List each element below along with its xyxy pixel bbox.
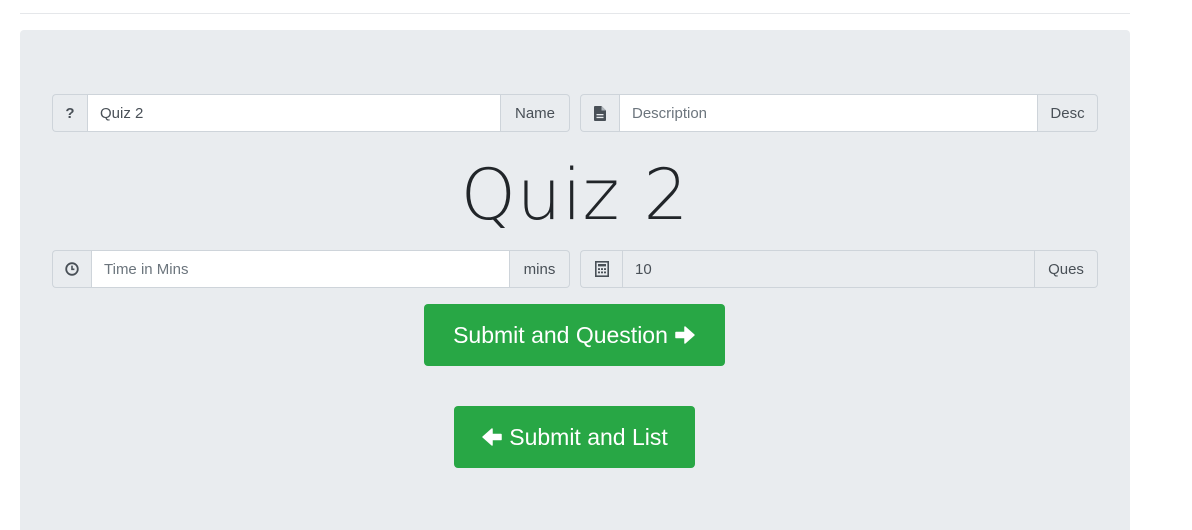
questions-count-input[interactable] xyxy=(622,250,1035,288)
arrow-left-icon xyxy=(481,426,503,448)
quiz-title: Quiz 2 xyxy=(460,154,690,236)
question-icon: ? xyxy=(52,94,87,132)
name-addon: Name xyxy=(501,94,570,132)
submit-and-list-button[interactable]: Submit and List xyxy=(454,406,695,468)
calculator-icon xyxy=(580,250,622,288)
file-icon xyxy=(580,94,619,132)
submit-and-question-button[interactable]: Submit and Question xyxy=(424,304,725,366)
mins-addon: mins xyxy=(510,250,570,288)
divider xyxy=(20,13,1130,14)
desc-addon: Desc xyxy=(1038,94,1098,132)
ques-addon: Ques xyxy=(1035,250,1098,288)
description-input[interactable] xyxy=(619,94,1038,132)
submit-and-question-label: Submit and Question xyxy=(453,321,668,348)
clock-icon xyxy=(52,250,91,288)
questions-group: Ques xyxy=(580,250,1098,288)
time-input[interactable] xyxy=(91,250,510,288)
arrow-right-icon xyxy=(674,324,696,346)
quiz-name-group: ? Name xyxy=(52,94,570,132)
description-group: Desc xyxy=(580,94,1098,132)
time-group: mins xyxy=(52,250,570,288)
submit-and-list-label: Submit and List xyxy=(509,423,668,450)
quiz-name-input[interactable] xyxy=(87,94,501,132)
